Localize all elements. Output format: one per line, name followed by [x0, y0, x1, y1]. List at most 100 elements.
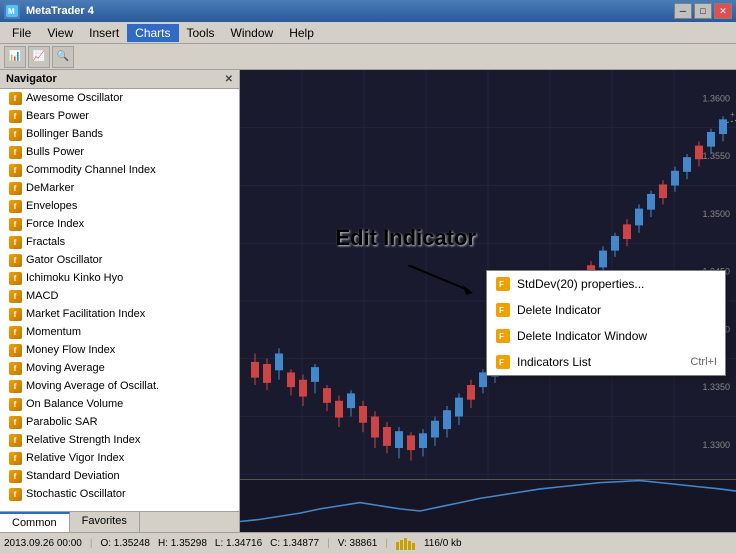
app-icon: M [4, 3, 20, 19]
nav-item-icon: f [8, 289, 22, 303]
menu-file[interactable]: File [4, 24, 39, 42]
svg-text:1.3350: 1.3350 [702, 382, 730, 392]
toolbar-btn-2[interactable]: 📈 [28, 46, 50, 68]
nav-item-relative-strength-index[interactable]: f Relative Strength Index [0, 431, 239, 449]
nav-item-gator-oscillator[interactable]: f Gator Oscillator [0, 251, 239, 269]
context-item-label-3: Delete Indicator Window [517, 329, 647, 343]
nav-item-commodity-channel-index[interactable]: f Commodity Channel Index [0, 161, 239, 179]
nav-item-icon: f [8, 127, 22, 141]
nav-item-stochastic-oscillator[interactable]: f Stochastic Oscillator [0, 485, 239, 503]
window-controls[interactable]: ─ □ ✕ [674, 3, 732, 19]
nav-item-moving-average-of-oscillat.[interactable]: f Moving Average of Oscillat. [0, 377, 239, 395]
svg-text:M: M [8, 7, 15, 16]
svg-text:F: F [499, 358, 504, 367]
status-datetime: 2013.09.26 00:00 [4, 538, 82, 549]
nav-item-envelopes[interactable]: f Envelopes [0, 197, 239, 215]
nav-item-bulls-power[interactable]: f Bulls Power [0, 143, 239, 161]
navigator-header: Navigator ✕ [0, 70, 239, 89]
navigator-tabs: Common Favorites [0, 511, 239, 532]
context-menu-item-properties[interactable]: F StdDev(20) properties... [487, 271, 725, 297]
props-icon: F [495, 276, 511, 292]
maximize-button[interactable]: □ [694, 3, 712, 19]
nav-item-money-flow-index[interactable]: f Money Flow Index [0, 341, 239, 359]
svg-text:+: + [730, 110, 735, 119]
tab-favorites[interactable]: Favorites [70, 512, 140, 532]
tab-common[interactable]: Common [0, 512, 70, 532]
context-item-label-2: Delete Indicator [517, 303, 601, 317]
nav-item-icon: f [8, 469, 22, 483]
status-close: C: 1.34877 [270, 538, 319, 549]
toolbar-btn-3[interactable]: 🔍 [52, 46, 74, 68]
status-info: 116/0 kb [424, 538, 462, 549]
status-bar: 2013.09.26 00:00 | O: 1.35248 H: 1.35298… [0, 532, 736, 554]
nav-item-moving-average[interactable]: f Moving Average [0, 359, 239, 377]
nav-item-icon: f [8, 451, 22, 465]
nav-item-icon: f [8, 325, 22, 339]
svg-text:1.3550: 1.3550 [702, 151, 730, 161]
svg-text:F: F [499, 280, 504, 289]
title-bar: M MetaTrader 4 ─ □ ✕ [0, 0, 736, 22]
nav-item-icon: f [8, 199, 22, 213]
nav-item-icon: f [8, 415, 22, 429]
nav-item-icon: f [8, 145, 22, 159]
navigator-title: Navigator [6, 73, 57, 85]
status-volume: V: 38861 [338, 538, 378, 549]
main-layout: Navigator ✕ f Awesome Oscillator f Bears… [0, 70, 736, 532]
status-high: H: 1.35298 [158, 538, 207, 549]
context-item-label-4: Indicators List [517, 355, 591, 369]
chart-area[interactable]: 1.3600 1.3550 1.3500 1.3450 1.3400 1.335… [240, 70, 736, 532]
svg-text:1.3500: 1.3500 [702, 209, 730, 219]
nav-item-demarker[interactable]: f DeMarker [0, 179, 239, 197]
nav-item-icon: f [8, 343, 22, 357]
menu-help[interactable]: Help [281, 24, 322, 42]
nav-item-icon: f [8, 271, 22, 285]
arrow-indicator [408, 265, 488, 295]
nav-item-relative-vigor-index[interactable]: f Relative Vigor Index [0, 449, 239, 467]
edit-indicator-label: Edit Indicator [335, 225, 476, 251]
nav-item-parabolic-sar[interactable]: f Parabolic SAR [0, 413, 239, 431]
nav-item-icon: f [8, 235, 22, 249]
minimize-button[interactable]: ─ [674, 3, 692, 19]
context-menu: F StdDev(20) properties... F Delete Indi… [486, 270, 726, 376]
menu-insert[interactable]: Insert [81, 24, 127, 42]
nav-item-momentum[interactable]: f Momentum [0, 323, 239, 341]
nav-item-macd[interactable]: f MACD [0, 287, 239, 305]
context-menu-item-list[interactable]: F Indicators List Ctrl+I [487, 349, 725, 375]
close-button[interactable]: ✕ [714, 3, 732, 19]
context-item-label-1: StdDev(20) properties... [517, 277, 644, 291]
delete-win-icon: F [495, 328, 511, 344]
nav-item-awesome-oscillator[interactable]: f Awesome Oscillator [0, 89, 239, 107]
menu-view[interactable]: View [39, 24, 81, 42]
nav-item-ichimoku-kinko-hyo[interactable]: f Ichimoku Kinko Hyo [0, 269, 239, 287]
context-menu-item-delete-window[interactable]: F Delete Indicator Window [487, 323, 725, 349]
nav-item-icon: f [8, 361, 22, 375]
nav-item-bollinger-bands[interactable]: f Bollinger Bands [0, 125, 239, 143]
bar-chart-icon [396, 538, 416, 550]
nav-item-bears-power[interactable]: f Bears Power [0, 107, 239, 125]
nav-item-force-index[interactable]: f Force Index [0, 215, 239, 233]
list-icon: F [495, 354, 511, 370]
svg-text:F: F [499, 332, 504, 341]
nav-item-icon: f [8, 397, 22, 411]
nav-item-standard-deviation[interactable]: f Standard Deviation [0, 467, 239, 485]
nav-item-market-facilitation-index[interactable]: f Market Facilitation Index [0, 305, 239, 323]
nav-item-on-balance-volume[interactable]: f On Balance Volume [0, 395, 239, 413]
navigator-close-button[interactable]: ✕ [225, 74, 233, 85]
toolbar-btn-1[interactable]: 📊 [4, 46, 26, 68]
menu-charts[interactable]: Charts [127, 24, 178, 42]
context-menu-item-delete[interactable]: F Delete Indicator [487, 297, 725, 323]
nav-item-fractals[interactable]: f Fractals [0, 233, 239, 251]
navigator-panel: Navigator ✕ f Awesome Oscillator f Bears… [0, 70, 240, 532]
navigator-list[interactable]: f Awesome Oscillator f Bears Power f Bol… [0, 89, 239, 511]
nav-item-icon: f [8, 307, 22, 321]
svg-text:1.3300: 1.3300 [702, 440, 730, 450]
menu-window[interactable]: Window [223, 24, 282, 42]
nav-item-icon: f [8, 181, 22, 195]
menu-tools[interactable]: Tools [179, 24, 223, 42]
window-title: MetaTrader 4 [26, 5, 94, 17]
nav-item-icon: f [8, 109, 22, 123]
delete-icon: F [495, 302, 511, 318]
svg-text:1.3600: 1.3600 [702, 93, 730, 103]
menu-bar: File View Insert Charts Tools Window Hel… [0, 22, 736, 44]
context-item-shortcut-4: Ctrl+I [690, 356, 717, 368]
